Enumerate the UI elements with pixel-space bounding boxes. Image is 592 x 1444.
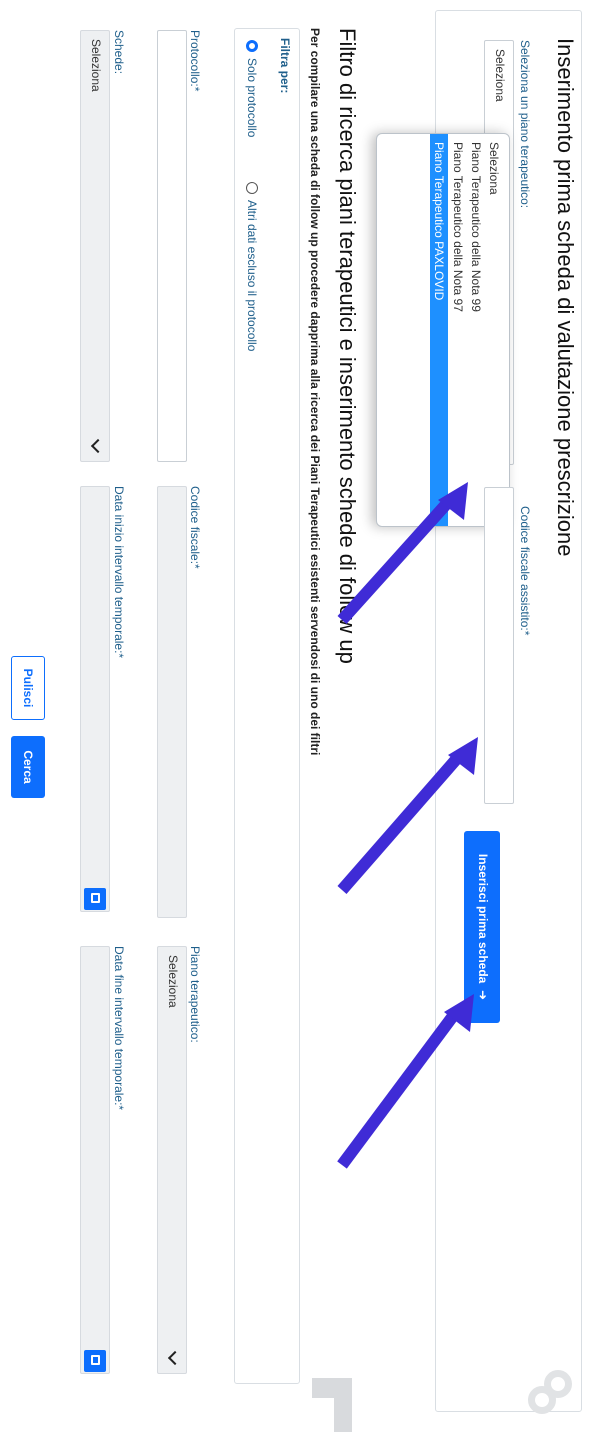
- annotation-arrow: [337, 751, 465, 894]
- annotation-arrows: [337, 482, 478, 1169]
- rotated-page: Inserimento prima scheda di valutazione …: [0, 0, 592, 1444]
- annotation-arrow: [337, 495, 455, 625]
- annotation-arrow: [337, 1008, 461, 1169]
